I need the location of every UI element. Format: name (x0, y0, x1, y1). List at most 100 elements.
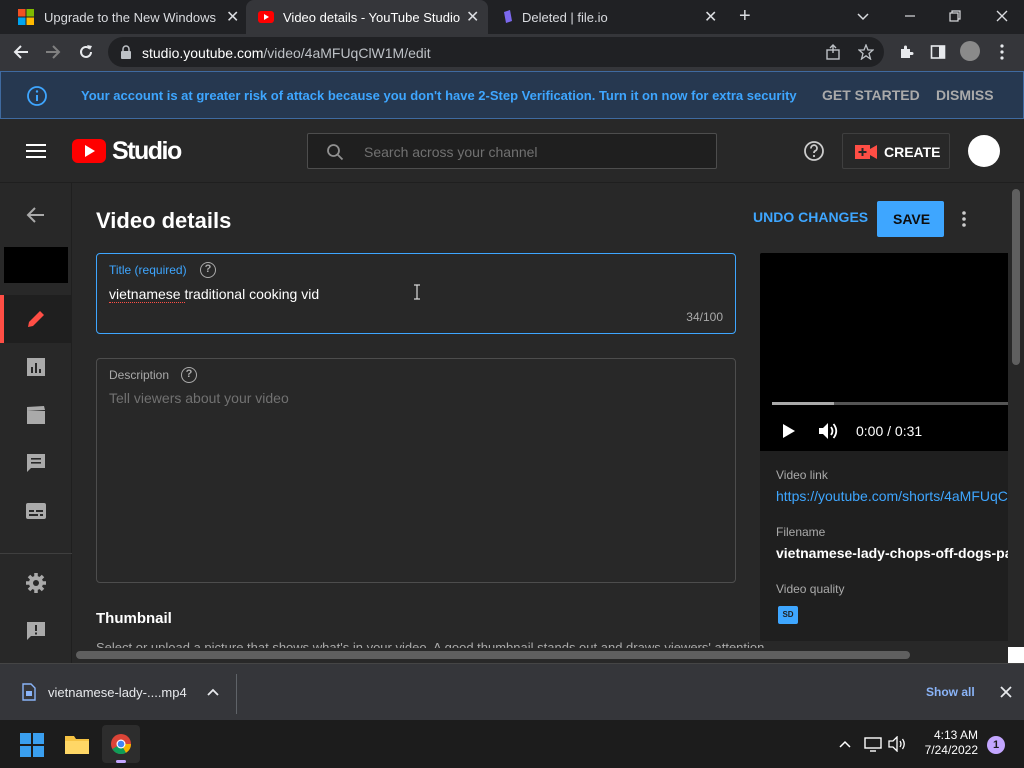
channel-search[interactable]: Search across your channel (307, 133, 717, 169)
subtitles-icon[interactable] (24, 499, 48, 523)
close-download-bar-icon[interactable] (999, 685, 1013, 699)
description-help-icon[interactable]: ? (181, 367, 197, 383)
nav-details-active[interactable] (0, 295, 72, 343)
chrome-taskbar-button[interactable] (102, 725, 140, 763)
video-details-main: Video details UNDO CHANGES SAVE Title (r… (72, 183, 1008, 663)
tab-windows-upgrade[interactable]: Upgrade to the New Windows 11 ✕ (0, 0, 246, 34)
file-explorer-icon[interactable] (64, 733, 90, 755)
download-file-name[interactable]: vietnamese-lady-....mp4 (48, 685, 187, 700)
system-clock[interactable]: 4:13 AM 7/24/2022 (918, 728, 978, 758)
comments-icon[interactable] (24, 451, 48, 475)
tab-youtube-studio[interactable]: Video details - YouTube Studio ✕ (246, 0, 488, 34)
notification-badge[interactable]: 1 (987, 736, 1005, 754)
speaker-icon[interactable] (888, 736, 908, 752)
minimize-icon[interactable] (903, 9, 917, 23)
video-progress-bar[interactable] (772, 402, 1008, 405)
forward-icon[interactable] (44, 43, 62, 61)
volume-icon[interactable] (818, 421, 840, 441)
info-icon (27, 86, 47, 106)
tab-title: Upgrade to the New Windows 11 (44, 10, 220, 25)
hamburger-menu-icon[interactable] (26, 143, 46, 159)
thumbnail-heading: Thumbnail (96, 610, 172, 627)
help-icon[interactable] (803, 140, 825, 162)
title-char-counter: 34/100 (686, 310, 723, 324)
video-quality-label: Video quality (776, 582, 845, 596)
lock-icon[interactable] (120, 45, 132, 59)
left-navigation-rail (0, 183, 72, 663)
title-field-label: Title (required) (109, 263, 187, 277)
play-icon[interactable] (782, 423, 796, 439)
share-icon[interactable] (825, 44, 841, 60)
clock-time: 4:13 AM (933, 728, 978, 742)
browser-tab-strip: Upgrade to the New Windows 11 ✕ Video de… (0, 0, 1024, 34)
network-icon[interactable] (864, 736, 882, 752)
logo-text: Studio (112, 137, 182, 165)
windows-taskbar: 4:13 AM 7/24/2022 1 (0, 720, 1024, 768)
profile-avatar[interactable] (960, 41, 980, 61)
address-bar[interactable]: studio.youtube.com/video/4aMFUqClW1M/edi… (108, 37, 884, 67)
windows-logo-icon (18, 9, 34, 25)
save-button[interactable]: SAVE (877, 201, 944, 237)
dismiss-button[interactable]: DISMISS (936, 87, 994, 103)
video-thumbnail-mini[interactable] (4, 247, 68, 283)
video-link-label: Video link (776, 468, 828, 482)
url-host: studio.youtube.com (142, 45, 264, 61)
download-bar: vietnamese-lady-....mp4 Show all (0, 663, 1024, 720)
rail-divider (0, 553, 72, 554)
back-arrow-icon[interactable] (24, 203, 48, 227)
chrome-icon (111, 734, 132, 755)
bookmark-star-icon[interactable] (858, 44, 874, 60)
sd-quality-badge: SD (778, 606, 798, 624)
create-button[interactable]: CREATE (842, 133, 950, 169)
search-placeholder: Search across your channel (364, 144, 538, 160)
close-tab-icon[interactable]: ✕ (226, 7, 239, 27)
reload-icon[interactable] (77, 43, 95, 61)
youtube-logo-icon (72, 139, 106, 163)
get-started-button[interactable]: GET STARTED (822, 87, 920, 103)
url-path: /video/4aMFUqClW1M/edit (263, 45, 431, 61)
banner-message: Your account is at greater risk of attac… (81, 88, 797, 103)
extensions-icon[interactable] (898, 44, 914, 60)
close-tab-icon[interactable]: ✕ (466, 7, 479, 27)
text-cursor-icon (414, 284, 420, 300)
create-label: CREATE (884, 144, 941, 160)
analytics-icon[interactable] (24, 355, 48, 379)
title-help-icon[interactable]: ? (200, 262, 216, 278)
editor-clapper-icon[interactable] (24, 403, 48, 427)
title-input[interactable]: vietnamese traditional cooking vid (109, 286, 319, 302)
video-player[interactable]: 0:00 / 0:31 (760, 253, 1008, 451)
vertical-scrollbar[interactable] (1008, 183, 1024, 663)
url-text[interactable]: studio.youtube.com/video/4aMFUqClW1M/edi… (142, 45, 431, 61)
tab-title: Video details - YouTube Studio (283, 10, 461, 25)
scroll-corner (1008, 647, 1024, 663)
tray-overflow-chevron-icon[interactable] (838, 738, 852, 750)
chevron-up-icon[interactable] (206, 686, 220, 698)
account-avatar[interactable] (968, 135, 1000, 167)
show-all-downloads-link[interactable]: Show all (926, 685, 975, 699)
video-camera-plus-icon (855, 145, 877, 159)
studio-header: Studio Search across your channel CREATE (0, 119, 1024, 183)
send-feedback-icon[interactable] (24, 619, 48, 643)
close-window-icon[interactable] (994, 8, 1010, 24)
more-options-icon[interactable] (958, 209, 970, 229)
tab-search-icon[interactable] (856, 9, 870, 23)
undo-changes-button[interactable]: UNDO CHANGES (753, 209, 868, 225)
settings-gear-icon[interactable] (24, 571, 48, 595)
close-tab-icon[interactable]: ✕ (704, 7, 717, 27)
save-label: SAVE (893, 211, 931, 227)
title-field[interactable]: Title (required) ? vietnamese traditiona… (96, 253, 736, 334)
security-banner: Your account is at greater risk of attac… (0, 71, 1024, 119)
tab-file-io[interactable]: Deleted | file.io ✕ (488, 0, 728, 34)
new-tab-icon[interactable]: + (739, 5, 751, 28)
description-field[interactable]: Description ? Tell viewers about your vi… (96, 358, 736, 583)
back-icon[interactable] (12, 43, 30, 61)
spellcheck-underline (109, 302, 185, 303)
browser-menu-icon[interactable] (996, 43, 1008, 61)
horizontal-scroll-thumb[interactable] (76, 651, 910, 659)
side-panel-icon[interactable] (930, 44, 946, 60)
vertical-scroll-thumb[interactable] (1012, 189, 1020, 365)
horizontal-scrollbar[interactable] (72, 648, 1008, 662)
restore-icon[interactable] (948, 9, 962, 23)
video-link[interactable]: https://youtube.com/shorts/4aMFUqClW1M (776, 488, 1008, 504)
windows-start-icon[interactable] (20, 733, 44, 757)
